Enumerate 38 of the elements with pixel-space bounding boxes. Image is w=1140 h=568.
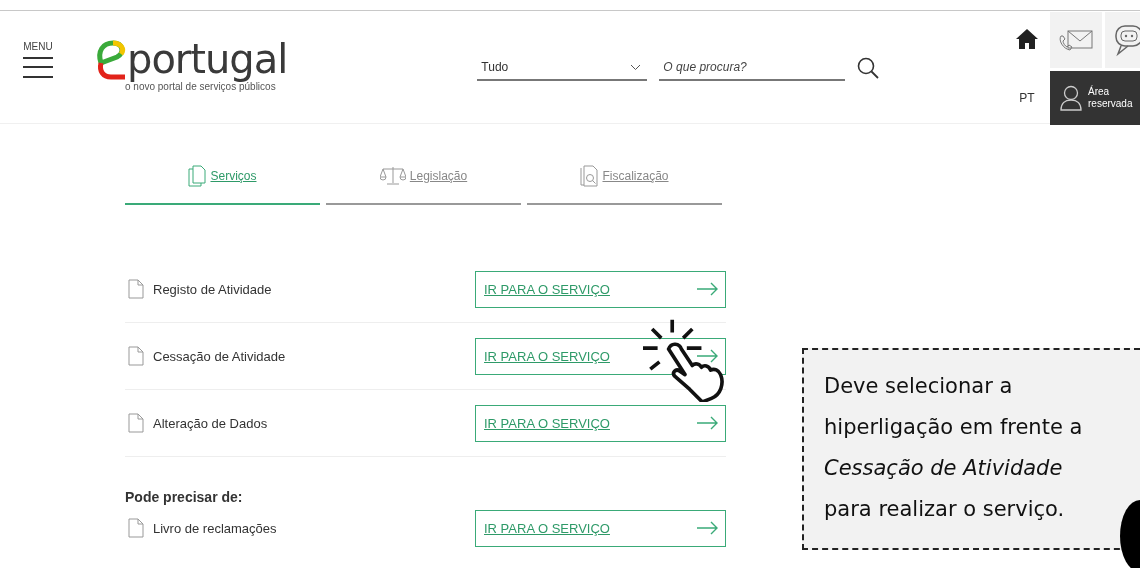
document-icon — [128, 518, 144, 538]
instruction-text: Deve selecionar a hiperligação em frente a Cessação de Atividade para realizar o serviço. — [824, 373, 1084, 523]
logo-icon[interactable] — [95, 39, 127, 81]
related-heading: Pode precisar de: — [125, 489, 244, 505]
logo-text: portugal — [127, 37, 288, 81]
menu-label: MENU — [23, 41, 53, 52]
menu-icon[interactable] — [23, 56, 53, 80]
section-tab[interactable]: Fiscalização — [527, 151, 722, 205]
arrow-right-icon — [697, 521, 719, 535]
inspection-document-icon — [580, 165, 599, 187]
search-icon[interactable] — [857, 57, 880, 79]
section-tab[interactable]: Serviços — [125, 151, 320, 205]
arrow-right-icon — [697, 349, 719, 363]
account-button[interactable]: Área reservada — [1050, 71, 1140, 125]
language-selector[interactable]: PT — [1007, 71, 1047, 125]
service-name: Livro de reclamações — [153, 520, 277, 536]
go-to-service-link[interactable]: IR PARA O SERVIÇO — [475, 509, 726, 547]
arrow-right-icon — [697, 416, 719, 430]
document-icon — [128, 279, 144, 299]
arrow-right-icon — [697, 282, 719, 296]
document-icon — [128, 413, 144, 433]
user-icon — [1060, 85, 1082, 111]
service-name: Cessação de Atividade — [153, 348, 286, 364]
document-icon — [128, 346, 144, 366]
scales-icon — [379, 165, 406, 185]
chevron-down-icon — [630, 63, 642, 71]
section-tab[interactable]: Legislação — [326, 151, 521, 205]
go-to-service-link[interactable]: IR PARA O SERVIÇO — [475, 404, 726, 442]
phone-mail-icon[interactable] — [1058, 28, 1094, 52]
service-name: Registo de Atividade — [153, 281, 272, 297]
service-name: Alteração de Dados — [153, 415, 268, 431]
home-icon[interactable] — [1015, 28, 1039, 50]
logo-tagline: o novo portal de serviços públicos — [125, 81, 276, 92]
scope-dropdown[interactable]: Tudo — [477, 55, 648, 81]
go-to-service-link[interactable]: IR PARA O SERVIÇO — [475, 337, 726, 375]
documents-icon — [188, 165, 207, 187]
go-to-service-link[interactable]: IR PARA O SERVIÇO — [475, 270, 726, 308]
chat-bot-icon[interactable] — [1113, 23, 1140, 57]
